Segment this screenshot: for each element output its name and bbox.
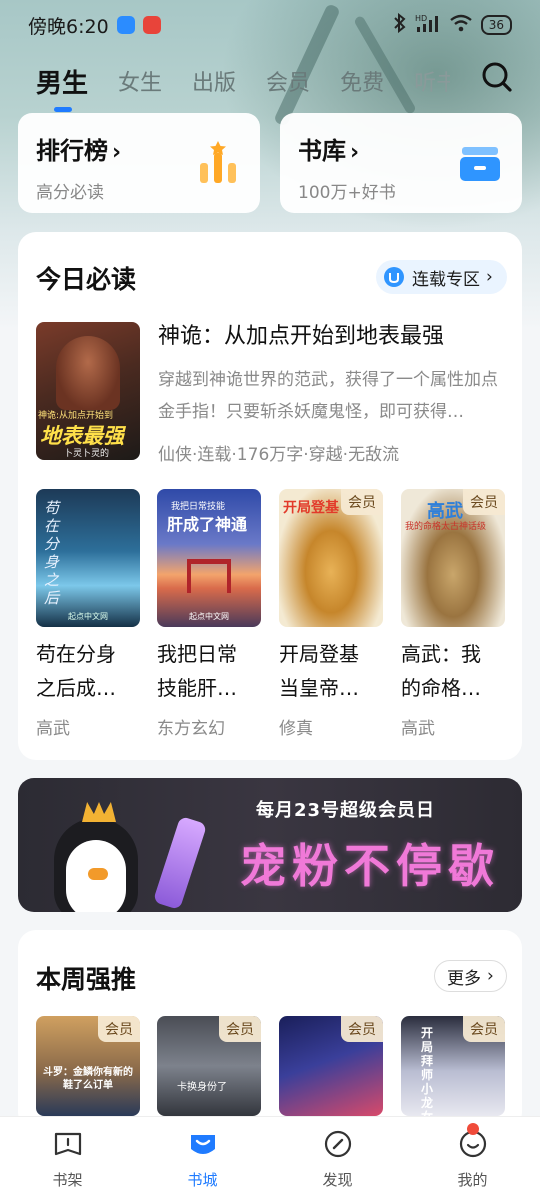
- banner-title: 宠粉不停歇: [240, 839, 500, 893]
- book-cover[interactable]: 斗罗：金鳞你有新的鞋了么订单 会员: [36, 1016, 140, 1116]
- torii-gate-illustration: [187, 559, 231, 593]
- section-title: 本周强推: [36, 960, 136, 996]
- nav-label: 发现: [322, 1171, 353, 1189]
- vip-badge: 会员: [219, 1016, 261, 1042]
- bluetooth-icon: [393, 12, 407, 37]
- vip-badge: 会员: [341, 489, 383, 515]
- status-bar: 傍晚6:20 HD 36: [0, 0, 540, 50]
- nav-label: 书城: [187, 1171, 218, 1189]
- nav-profile[interactable]: 我的: [405, 1117, 540, 1200]
- search-icon[interactable]: [480, 60, 514, 94]
- svg-text:HD: HD: [415, 14, 427, 23]
- cover-title-text: 肝成了神通: [167, 515, 248, 534]
- cover-title-text: 斗罗：金鳞你有新的鞋了么订单: [43, 1067, 133, 1091]
- cover-title-text: 开局拜师小龙女: [421, 1026, 434, 1116]
- featured-book-description: 穿越到神诡世界的范武，获得了一个属性加点金手指！只要斩杀妖魔鬼怪，即可获得…: [158, 370, 498, 422]
- book-title[interactable]: 苟在分身 之后成…: [36, 637, 146, 705]
- ranking-card[interactable]: 排行榜 › 高分必读: [18, 113, 260, 213]
- weekly-recommend-section: 本周强推 更多 › 斗罗：金鳞你有新的鞋了么订单 会员 卡换身份了 会员 会员 …: [18, 930, 522, 1130]
- discover-compass-icon: [323, 1129, 353, 1163]
- book-cover[interactable]: 我把日常技能 肝成了神通 起点中文网: [157, 489, 261, 627]
- signal-icon: HD: [415, 13, 441, 37]
- book-stack-icon: [458, 141, 502, 185]
- bookstore-icon: [188, 1129, 218, 1163]
- nav-bookshelf[interactable]: 书架: [0, 1117, 135, 1200]
- book-cover[interactable]: 苟在分身之后 起点中文网: [36, 489, 140, 627]
- serial-zone-label: 连载专区: [412, 269, 480, 290]
- serial-icon: [384, 267, 404, 287]
- featured-book-meta: 仙侠·连载·176万字·穿越·无敌流: [158, 445, 400, 465]
- book-title[interactable]: 我把日常 技能肝…: [157, 637, 267, 705]
- library-card[interactable]: 书库 › 100万+好书: [280, 113, 522, 213]
- publisher-mark: 起点中文网: [68, 612, 108, 621]
- tab-vip[interactable]: 会员: [266, 65, 310, 97]
- book-cover[interactable]: 卡换身份了 会员: [157, 1016, 261, 1116]
- wifi-icon: [449, 14, 473, 36]
- featured-book-cover[interactable]: 神诡:从加点开始到 地表最强 卜灵卜灵的: [36, 322, 140, 460]
- tab-publish[interactable]: 出版: [192, 65, 236, 97]
- book-category-tag: 东方玄幻: [157, 719, 225, 739]
- today-must-read-section: 今日必读 连载专区 › 神诡:从加点开始到 地表最强 卜灵卜灵的 神诡：从加点开…: [18, 232, 522, 760]
- book-category-tag: 修真: [279, 719, 313, 739]
- party-popper-illustration: [152, 815, 208, 911]
- book-title[interactable]: 高武：我 的命格…: [401, 637, 511, 705]
- tab-male[interactable]: 男生: [36, 63, 88, 112]
- book-cover[interactable]: 开局登基 会员: [279, 489, 383, 627]
- penguin-mascot-illustration: [48, 798, 144, 912]
- book-category-tag: 高武: [36, 719, 70, 739]
- bottom-navigation: 书架 书城 发现 我的: [0, 1116, 540, 1200]
- book-category-tag: 高武: [401, 719, 435, 739]
- tab-free[interactable]: 免费: [340, 65, 384, 97]
- bookshelf-icon: [53, 1129, 83, 1163]
- section-title: 今日必读: [36, 260, 136, 296]
- banner-subtitle: 每月23号超级会员日: [256, 800, 436, 821]
- cover-title-text: 卡换身份了: [177, 1082, 227, 1093]
- channel-tabs: 男生 女生 出版 会员 免费 听书: [36, 56, 516, 112]
- tab-female[interactable]: 女生: [118, 65, 162, 97]
- status-time: 傍晚6:20: [28, 15, 109, 38]
- cover-figure: [56, 336, 120, 410]
- vip-badge: 会员: [463, 1016, 505, 1042]
- ranking-title: 排行榜: [36, 137, 108, 165]
- serial-zone-button[interactable]: 连载专区 ›: [376, 260, 507, 294]
- publisher-mark: 起点中文网: [189, 612, 229, 621]
- cover-top-text: 我的命格太古神话级: [405, 522, 487, 532]
- battery-indicator: 36: [480, 15, 512, 35]
- more-label: 更多: [447, 968, 481, 989]
- nav-label: 我的: [457, 1171, 488, 1189]
- more-button[interactable]: 更多 ›: [434, 960, 507, 992]
- cover-title-text: 开局登基: [283, 500, 339, 516]
- chevron-right-icon: ›: [112, 140, 122, 165]
- vip-day-banner[interactable]: 每月23号超级会员日 宠粉不停歇: [18, 778, 522, 912]
- vip-badge: 会员: [98, 1016, 140, 1042]
- nav-discover[interactable]: 发现: [270, 1117, 405, 1200]
- chevron-right-icon: ›: [350, 140, 360, 165]
- cover-author: 卜灵卜灵的: [64, 449, 110, 459]
- chevron-right-icon: ›: [487, 966, 494, 986]
- book-cover[interactable]: 开局拜师小龙女 会员: [401, 1016, 505, 1116]
- notification-dot: [467, 1123, 479, 1135]
- news-app-icon: [142, 16, 161, 34]
- nav-bookstore[interactable]: 书城: [135, 1117, 270, 1200]
- ranking-bars-icon: [196, 141, 240, 185]
- chevron-right-icon: ›: [486, 267, 493, 287]
- vip-badge: 会员: [341, 1016, 383, 1042]
- library-title: 书库: [298, 137, 346, 165]
- book-title[interactable]: 开局登基 当皇帝…: [279, 637, 389, 705]
- cover-title-text: 苟在分身之后: [44, 499, 60, 607]
- book-cover[interactable]: 高武 我的命格太古神话级 会员: [401, 489, 505, 627]
- message-app-icon: [116, 16, 135, 34]
- vip-badge: 会员: [463, 489, 505, 515]
- book-cover[interactable]: 会员: [279, 1016, 383, 1116]
- nav-label: 书架: [52, 1171, 83, 1189]
- featured-book-title[interactable]: 神诡：从加点开始到地表最强: [158, 318, 444, 350]
- tab-audiobook[interactable]: 听书: [414, 65, 450, 97]
